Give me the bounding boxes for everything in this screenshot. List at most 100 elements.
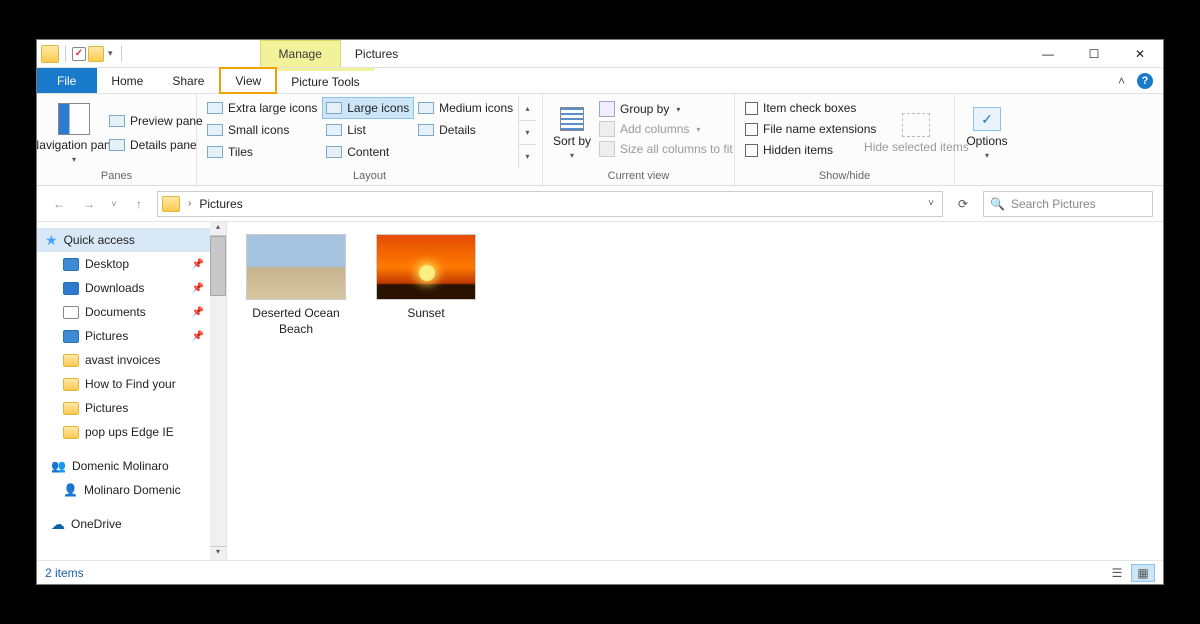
tab-share[interactable]: Share	[158, 68, 219, 93]
scroll-down-button[interactable]: ▾	[210, 546, 226, 560]
star-icon: ★	[45, 232, 58, 249]
back-button[interactable]: ←	[47, 192, 71, 216]
item-checkboxes-toggle[interactable]: Item check boxes	[741, 99, 880, 117]
layout-content[interactable]: Content	[322, 141, 414, 163]
layout-large-icons[interactable]: Large icons	[322, 97, 414, 119]
ribbon-tabs: File Home Share View Picture Tools ˄ ?	[37, 68, 1163, 94]
label: OneDrive	[71, 517, 122, 531]
tree-quick-access[interactable]: ★Quick access	[37, 228, 210, 252]
tree-documents[interactable]: Documents📌	[37, 300, 210, 324]
context-tab-manage[interactable]: Manage	[260, 40, 341, 67]
qat-newfolder-icon[interactable]	[88, 46, 104, 62]
layout-tiles[interactable]: Tiles	[203, 141, 322, 163]
label: Hidden items	[763, 143, 833, 157]
list-icon	[326, 124, 342, 136]
thumbnails-view-button[interactable]: ▦	[1131, 564, 1155, 582]
chevron-down-icon: ▾	[674, 105, 680, 114]
label: Downloads	[85, 281, 144, 295]
tree-onedrive[interactable]: ☁ OneDrive	[37, 512, 210, 536]
ribbon-group-options: ✓ Options ▾	[955, 94, 1019, 185]
search-box[interactable]: 🔍 Search Pictures	[983, 191, 1153, 217]
breadcrumb-segment[interactable]: Pictures	[199, 197, 242, 211]
tab-view[interactable]: View	[219, 67, 277, 94]
file-item[interactable]: Sunset	[371, 234, 481, 322]
sort-by-button[interactable]: Sort by ▾	[549, 97, 595, 168]
titlebar: ✓ ▾ Manage Pictures — ☐ ✕	[37, 40, 1163, 68]
ribbon-group-current-view: Sort by ▾ Group by▾ Add columns▾ Size al…	[543, 94, 735, 185]
scroll-down-button[interactable]: ▾	[519, 121, 536, 145]
tree-scrollbar[interactable]: ▴ ▾	[210, 222, 226, 560]
tree-pictures-2[interactable]: Pictures	[37, 396, 210, 420]
tab-home[interactable]: Home	[97, 68, 158, 93]
label: Large icons	[347, 101, 409, 115]
layout-small-icons[interactable]: Small icons	[203, 119, 322, 141]
tab-picture-tools[interactable]: Picture Tools	[277, 68, 374, 93]
sort-icon	[560, 107, 584, 131]
qat-customize-dropdown[interactable]: ▾	[106, 48, 115, 59]
body: ★Quick access Desktop📌 Downloads📌 Docume…	[37, 222, 1163, 560]
tree-how-to-find[interactable]: How to Find your	[37, 372, 210, 396]
recent-locations-button[interactable]: ˅	[107, 192, 121, 216]
forward-button[interactable]: →	[77, 192, 101, 216]
tree-desktop[interactable]: Desktop📌	[37, 252, 210, 276]
up-button[interactable]: ↑	[127, 192, 151, 216]
help-button[interactable]: ?	[1137, 73, 1153, 89]
ribbon-group-panes: Navigation pane ▾ Preview pane Details p…	[37, 94, 197, 185]
options-button[interactable]: ✓ Options ▾	[961, 97, 1013, 168]
history-dropdown-button[interactable]: ˅	[924, 198, 938, 209]
layout-extra-large-icons[interactable]: Extra large icons	[203, 97, 322, 119]
size-columns-button[interactable]: Size all columns to fit	[595, 139, 737, 159]
file-extensions-toggle[interactable]: File name extensions	[741, 120, 880, 138]
label: Options	[966, 134, 1007, 148]
maximize-button[interactable]: ☐	[1071, 40, 1117, 67]
details-view-button[interactable]: ☰	[1105, 564, 1129, 582]
scroll-up-button[interactable]: ▴	[519, 97, 536, 121]
file-item[interactable]: Deserted Ocean Beach	[241, 234, 351, 337]
chevron-down-icon: ▾	[570, 151, 574, 160]
minimize-button[interactable]: —	[1025, 40, 1071, 67]
label: Molinaro Domenic	[84, 483, 181, 497]
folder-icon	[63, 426, 79, 439]
tiles-icon	[207, 146, 223, 158]
file-list[interactable]: Deserted Ocean Beach Sunset	[227, 222, 1163, 560]
layout-medium-icons[interactable]: Medium icons	[414, 97, 518, 119]
cloud-icon: ☁	[51, 516, 65, 533]
layout-details[interactable]: Details	[414, 119, 518, 141]
expand-gallery-button[interactable]: ▾	[519, 145, 536, 168]
preview-pane-button[interactable]: Preview pane	[105, 112, 207, 130]
qat-properties-icon[interactable]: ✓	[72, 47, 86, 61]
hidden-items-toggle[interactable]: Hidden items	[741, 141, 880, 159]
tree-downloads[interactable]: Downloads📌	[37, 276, 210, 300]
close-button[interactable]: ✕	[1117, 40, 1163, 67]
explorer-window: ✓ ▾ Manage Pictures — ☐ ✕ File Home Shar…	[36, 39, 1164, 585]
label: Extra large icons	[228, 101, 317, 115]
tree-user-domenic[interactable]: 👥 Domenic Molinaro	[37, 454, 210, 478]
user-icon: 👥	[51, 459, 66, 473]
add-columns-button[interactable]: Add columns▾	[595, 119, 737, 139]
label: Tiles	[228, 145, 253, 159]
label: Domenic Molinaro	[72, 459, 169, 473]
label: How to Find your	[85, 377, 176, 391]
chevron-down-icon: ▾	[985, 151, 989, 160]
scroll-up-button[interactable]: ▴	[210, 222, 226, 236]
collapse-ribbon-button[interactable]: ˄	[1118, 74, 1125, 88]
details-pane-button[interactable]: Details pane	[105, 136, 207, 154]
label: List	[347, 123, 366, 137]
tree-popups-edge[interactable]: pop ups Edge IE	[37, 420, 210, 444]
group-by-button[interactable]: Group by▾	[595, 99, 737, 119]
chevron-down-icon: ▾	[72, 155, 76, 164]
tree-user-molinaro[interactable]: 👤Molinaro Domenic	[37, 478, 210, 502]
scrollbar-thumb[interactable]	[210, 236, 226, 296]
medium-icons-icon	[418, 102, 434, 114]
address-bar[interactable]: › Pictures ˅	[157, 191, 943, 217]
layout-list[interactable]: List	[322, 119, 414, 141]
tree-avast-invoices[interactable]: avast invoices	[37, 348, 210, 372]
tree-pictures[interactable]: Pictures📌	[37, 324, 210, 348]
hide-selected-items-button[interactable]: Hide selected items	[880, 97, 952, 168]
file-name: Deserted Ocean Beach	[241, 306, 351, 337]
size-columns-icon	[599, 141, 615, 157]
quick-access-toolbar: ✓ ▾	[37, 40, 130, 67]
tab-file[interactable]: File	[37, 68, 97, 93]
refresh-button[interactable]: ⟳	[949, 197, 977, 211]
navigation-pane-button[interactable]: Navigation pane ▾	[43, 97, 105, 168]
